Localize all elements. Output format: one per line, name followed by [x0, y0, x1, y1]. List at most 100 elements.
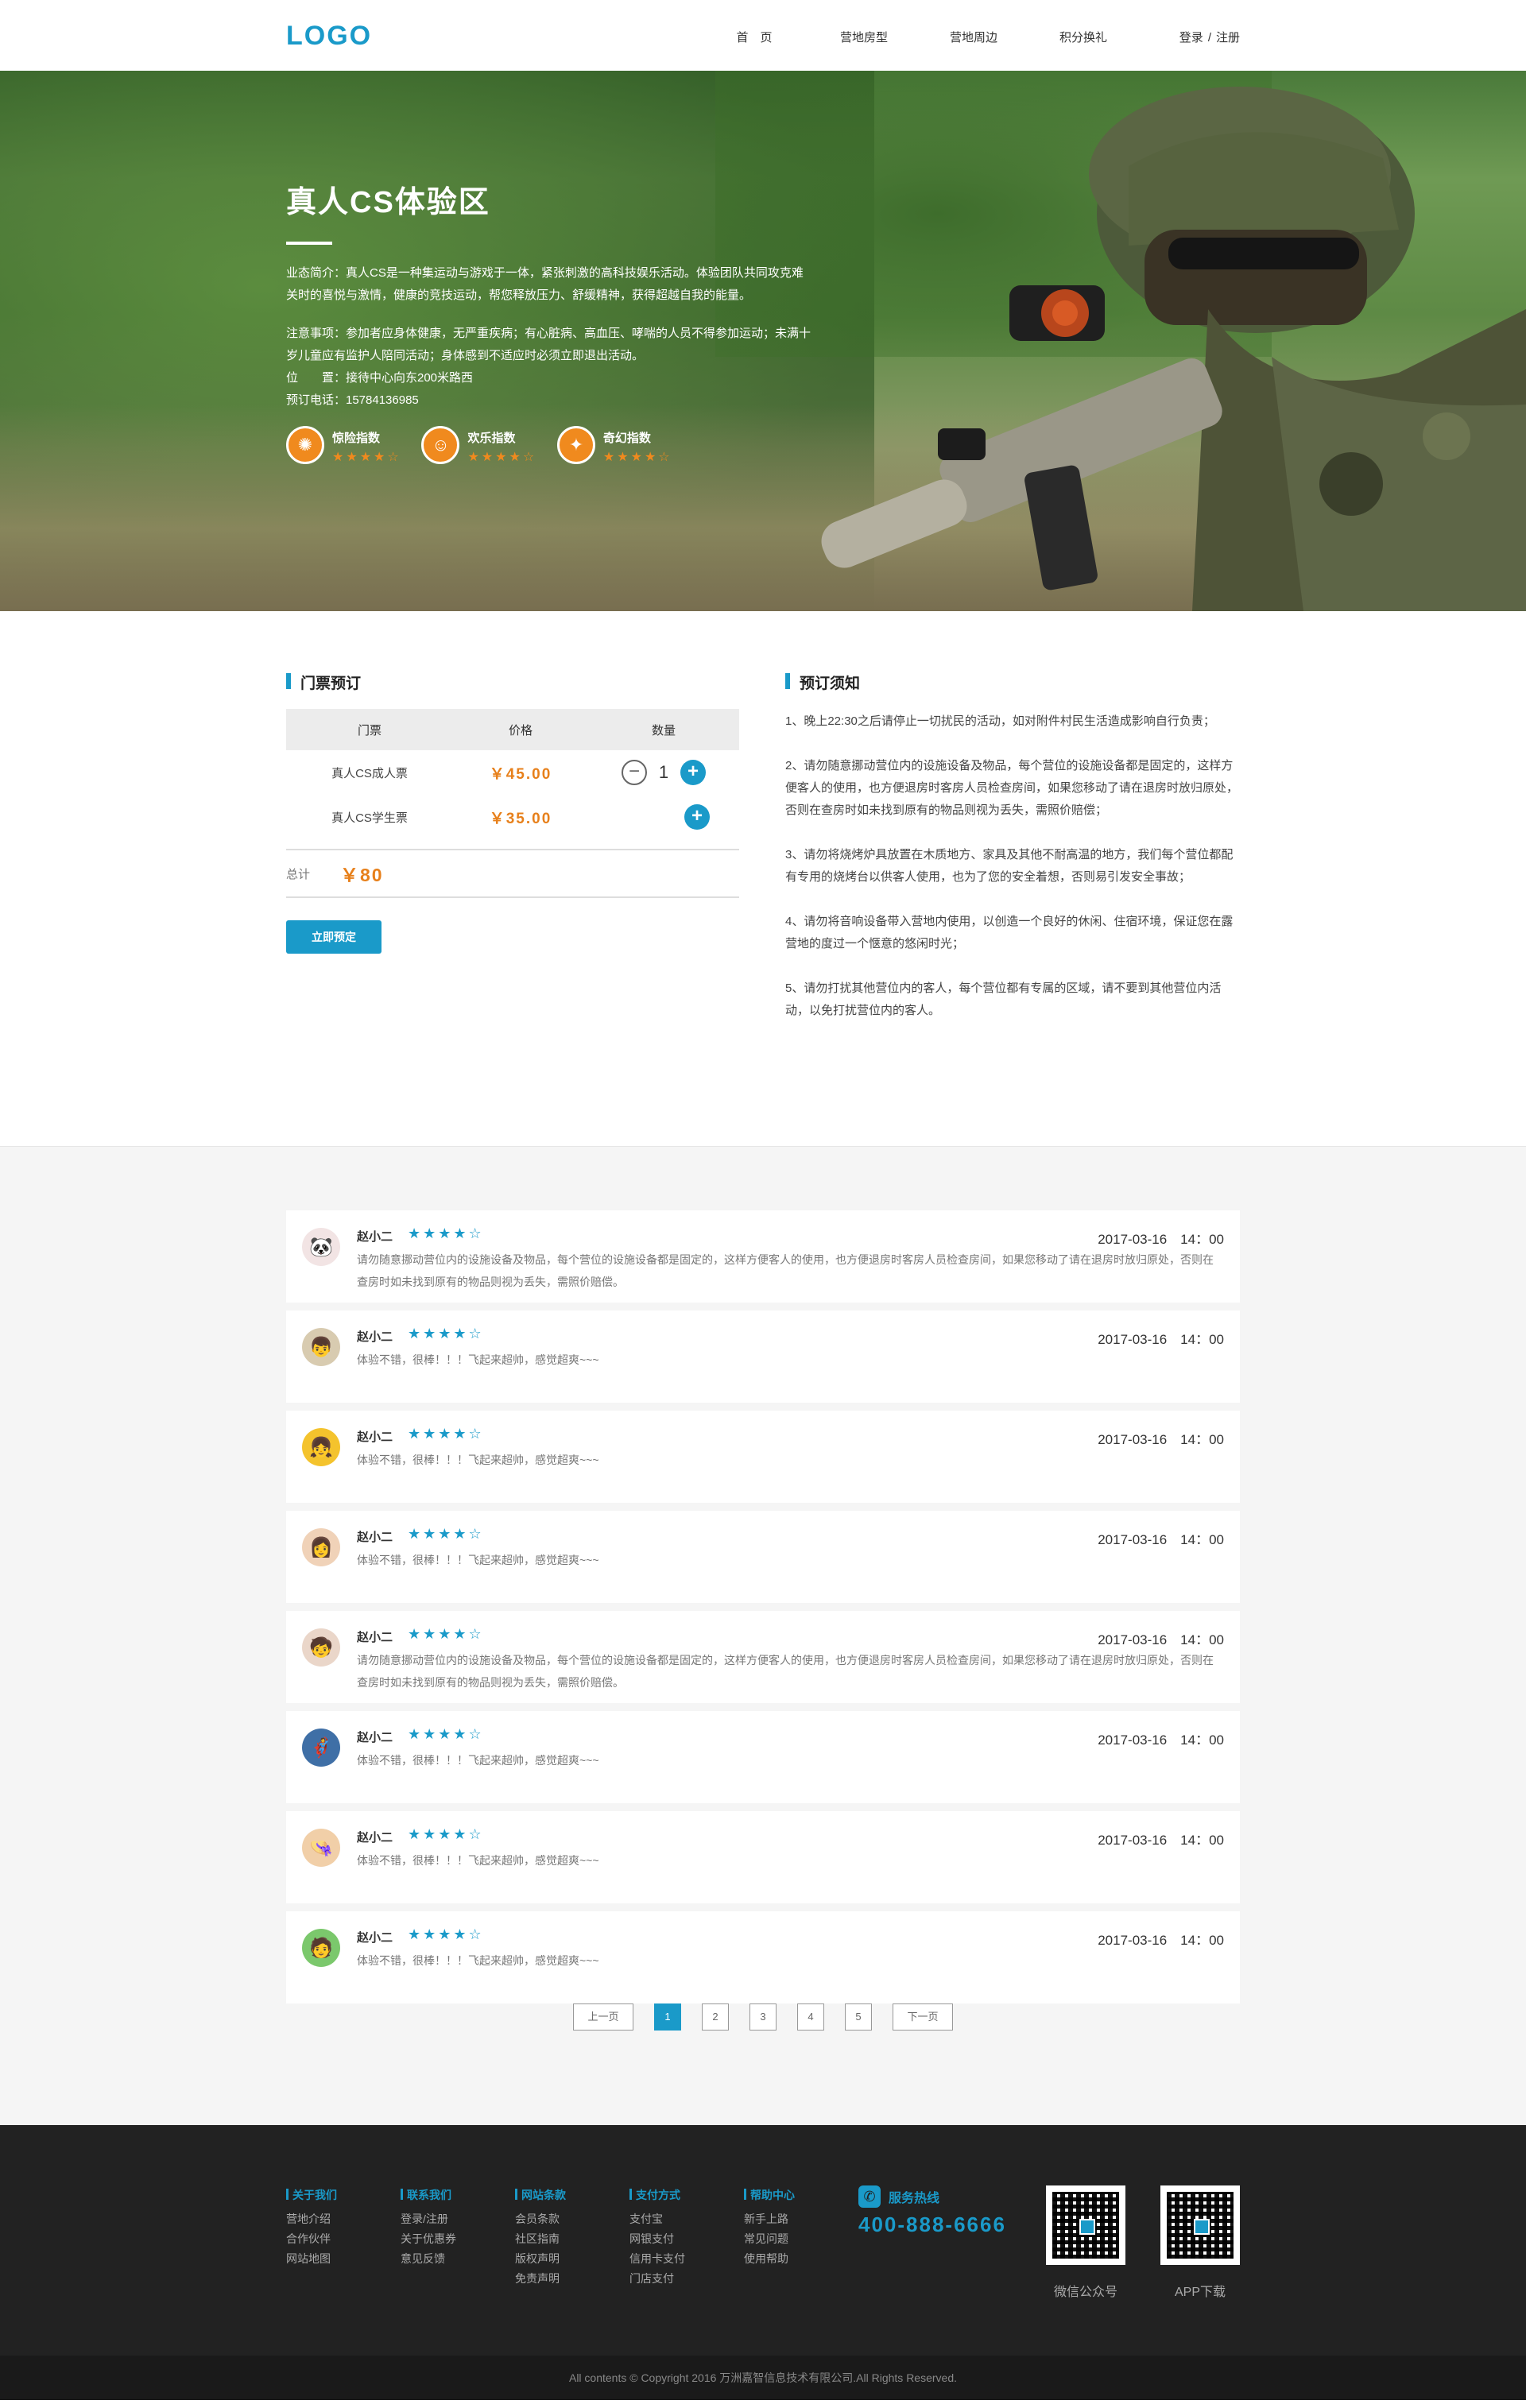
quantity-stepper: − 1 +: [588, 760, 739, 785]
comment-date: 2017-03-16 14：00: [1098, 1232, 1224, 1247]
comment-author: 赵小二: [357, 1931, 393, 1945]
index-fun: ☺ 欢乐指数 ★★★★☆: [421, 426, 556, 465]
ticket-price: ￥45.00: [489, 765, 552, 783]
footer-link[interactable]: 信用卡支付: [629, 2249, 744, 2269]
footer-link[interactable]: 合作伙伴: [286, 2229, 401, 2249]
comment-text: 体验不错，很棒！！！飞起来超帅，感觉超爽~~~: [357, 1754, 599, 1767]
footer-col-help: 帮助中心 新手上路 常见问题 使用帮助: [744, 2187, 858, 2289]
nav-home[interactable]: 首 页: [699, 29, 809, 45]
ticket-booking: 门票预订 门票 价格 数量 真人CS成人票 ￥45.00 − 1 + 真人CS学…: [286, 672, 739, 954]
index-thrill: ✺ 惊险指数 ★★★★☆: [286, 426, 421, 465]
ticket-name: 真人CS学生票: [331, 811, 408, 825]
comment-stars: ★★★★☆: [408, 1426, 484, 1442]
ticket-price: ￥35.00: [489, 810, 552, 827]
page-4[interactable]: 4: [797, 2003, 824, 2031]
footer-link[interactable]: 会员条款: [515, 2209, 629, 2229]
plus-button[interactable]: +: [680, 760, 706, 785]
hotline-number[interactable]: 400-888-6666: [858, 2212, 1006, 2237]
service-hotline: ✆ 服务热线 400-888-6666: [858, 2185, 1006, 2237]
col-quantity: 数量: [651, 723, 676, 737]
hotline-label: ✆ 服务热线: [858, 2185, 1006, 2208]
nav-points-gifts[interactable]: 积分换礼: [1028, 29, 1138, 45]
copyright: All contents © Copyright 2016 万洲嘉智信息技术有限…: [0, 2356, 1526, 2400]
footer-col-payment: 支付方式 支付宝 网银支付 信用卡支付 门店支付: [629, 2187, 744, 2289]
logo[interactable]: LOGO: [286, 21, 372, 52]
comment-stars: ★★★★☆: [408, 1526, 484, 1542]
page-3[interactable]: 3: [749, 2003, 777, 2031]
comment-stars: ★★★★☆: [408, 1225, 484, 1241]
qr-code-icon: [1046, 2185, 1125, 2265]
total-amount: ￥80: [340, 865, 384, 885]
comment-date: 2017-03-16 14：00: [1098, 1833, 1224, 1848]
comment-author: 赵小二: [357, 1531, 393, 1544]
main-nav: 首 页 营地房型 营地周边 积分换礼: [699, 29, 1138, 45]
page-2[interactable]: 2: [702, 2003, 729, 2031]
book-now-button[interactable]: 立即预定: [286, 920, 382, 954]
page-1[interactable]: 1: [654, 2003, 681, 2031]
comment-text: 体验不错，很棒！！！飞起来超帅，感觉超爽~~~: [357, 1454, 599, 1466]
comment-author: 赵小二: [357, 1430, 393, 1444]
comment-text: 体验不错，很棒！！！飞起来超帅，感觉超爽~~~: [357, 1353, 599, 1366]
col-ticket: 门票: [357, 723, 382, 737]
comment-card: 🧒 赵小二 ★★★★☆ 2017-03-16 14：00 请勿随意挪动营位内的设…: [286, 1611, 1240, 1703]
comment-stars: ★★★★☆: [408, 1626, 484, 1642]
comment-date: 2017-03-16 14：00: [1098, 1732, 1224, 1748]
footer-link[interactable]: 网银支付: [629, 2229, 744, 2249]
footer-link[interactable]: 营地介绍: [286, 2209, 401, 2229]
ticket-row-adult: 真人CS成人票 ￥45.00 − 1 +: [286, 750, 739, 795]
minus-button[interactable]: −: [622, 760, 647, 785]
footer-link[interactable]: 关于优惠券: [401, 2229, 515, 2249]
comment-stars: ★★★★☆: [408, 1326, 484, 1341]
index-fantasy: ✦ 奇幻指数 ★★★★☆: [556, 426, 827, 465]
hero-phone: 预订电话：15784136985: [286, 393, 419, 407]
footer-link[interactable]: 门店支付: [629, 2269, 744, 2289]
nav-surroundings[interactable]: 营地周边: [919, 29, 1028, 45]
index-label: 惊险指数: [332, 432, 381, 445]
quantity-value[interactable]: 1: [656, 762, 671, 783]
smile-icon: ☺: [421, 426, 460, 464]
footer-link[interactable]: 支付宝: [629, 2209, 744, 2229]
quantity-stepper: +: [588, 804, 739, 830]
footer-link[interactable]: 使用帮助: [744, 2249, 858, 2269]
notice-list: 1、晚上22:30之后请停止一切扰民的活动，如对附件村民生活造成影响自行负责； …: [785, 710, 1240, 1022]
booking-section: 门票预订 门票 价格 数量 真人CS成人票 ￥45.00 − 1 + 真人CS学…: [286, 611, 1240, 1146]
footer-link[interactable]: 登录/注册: [401, 2209, 515, 2229]
ticket-table-header: 门票 价格 数量: [286, 709, 739, 750]
star-rating: ★★★★☆: [602, 451, 672, 464]
ticket-title: 门票预订: [286, 672, 739, 693]
footer-link[interactable]: 版权声明: [515, 2249, 629, 2269]
app-qr: APP下载: [1160, 2185, 1240, 2300]
page-5[interactable]: 5: [845, 2003, 872, 2031]
login-link[interactable]: 登录: [1179, 31, 1203, 45]
footer-columns: 关于我们 营地介绍 合作伙伴 网站地图 联系我们 登录/注册 关于优惠券 意见反…: [286, 2187, 858, 2289]
comment-text: 请勿随意挪动营位内的设施设备及物品，每个营位的设施设备都是固定的，这样方便客人的…: [357, 1253, 1214, 1288]
nav-room-types[interactable]: 营地房型: [809, 29, 919, 45]
phone-icon: ✆: [858, 2185, 881, 2208]
comment-text: 请勿随意挪动营位内的设施设备及物品，每个营位的设施设备都是固定的，这样方便客人的…: [357, 1654, 1214, 1689]
footer-link[interactable]: 常见问题: [744, 2229, 858, 2249]
comment-date: 2017-03-16 14：00: [1098, 1632, 1224, 1647]
footer-col-contact: 联系我们 登录/注册 关于优惠券 意见反馈: [401, 2187, 515, 2289]
register-link[interactable]: 注册: [1216, 31, 1240, 45]
notice-item: 3、请勿将烧烤炉具放置在木质地方、家具及其他不耐高温的地方，我们每个营位都配有专…: [785, 848, 1234, 884]
comment-card: 🧑 赵小二 ★★★★☆ 2017-03-16 14：00 体验不错，很棒！！！飞…: [286, 1911, 1240, 2003]
footer-link[interactable]: 意见反馈: [401, 2249, 515, 2269]
prev-page-button[interactable]: 上一页: [573, 2003, 633, 2031]
footer-link[interactable]: 社区指南: [515, 2229, 629, 2249]
next-page-button[interactable]: 下一页: [893, 2003, 953, 2031]
avatar: 👧: [302, 1428, 340, 1466]
plus-button[interactable]: +: [684, 804, 710, 830]
qr-label: APP下载: [1174, 2286, 1226, 2299]
comment-card: 👩 赵小二 ★★★★☆ 2017-03-16 14：00 体验不错，很棒！！！飞…: [286, 1511, 1240, 1603]
footer-link[interactable]: 新手上路: [744, 2209, 858, 2229]
total-label: 总计: [286, 867, 311, 881]
soldier-image: [821, 87, 1526, 611]
comment-date: 2017-03-16 14：00: [1098, 1933, 1224, 1948]
col-price: 价格: [508, 723, 533, 737]
qr-label: 微信公众号: [1053, 2286, 1117, 2299]
footer-link[interactable]: 网站地图: [286, 2249, 401, 2269]
ticket-row-student: 真人CS学生票 ￥35.00 +: [286, 795, 739, 839]
avatar: 🦸: [302, 1729, 340, 1767]
footer-link[interactable]: 免责声明: [515, 2269, 629, 2289]
booking-notice: 预订须知 1、晚上22:30之后请停止一切扰民的活动，如对附件村民生活造成影响自…: [785, 672, 1240, 1044]
